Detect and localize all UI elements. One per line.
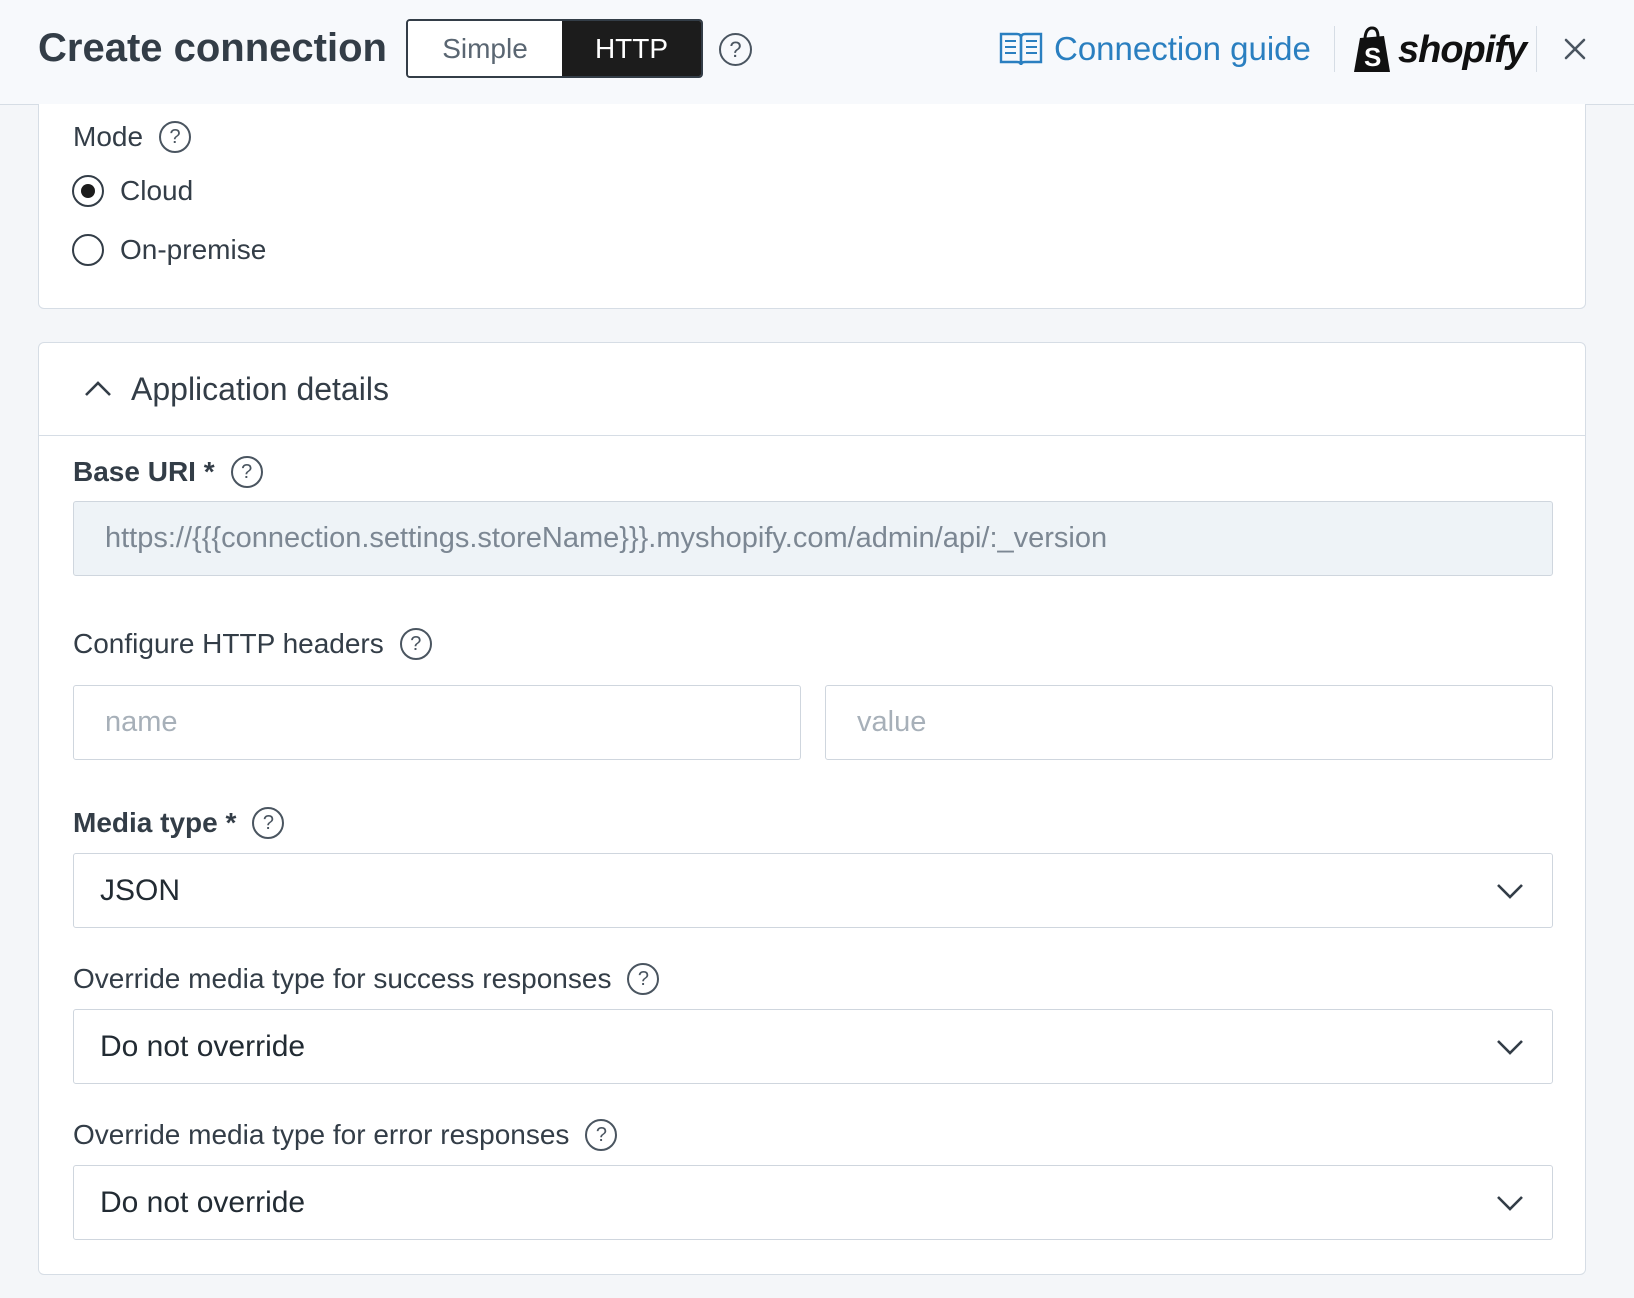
header-value-placeholder: value bbox=[857, 706, 927, 738]
connection-guide-label: Connection guide bbox=[1054, 30, 1311, 67]
chevron-down-icon bbox=[1497, 1196, 1523, 1211]
base-uri-label-text: Base URI * bbox=[73, 456, 215, 487]
mode-toggle: Simple HTTP bbox=[406, 19, 703, 78]
book-icon bbox=[999, 32, 1043, 66]
shopify-logo: S shopify bbox=[1352, 22, 1527, 78]
mode-section: Mode ? Cloud On-premise bbox=[38, 104, 1586, 309]
media-type-label: Media type * ? bbox=[73, 807, 285, 839]
error-override-value: Do not override bbox=[100, 1185, 306, 1219]
media-type-select[interactable]: JSON bbox=[73, 853, 1553, 928]
dialog-title: Create connection bbox=[38, 26, 387, 70]
close-icon[interactable] bbox=[1558, 32, 1592, 66]
dialog-header: Create connection Simple HTTP ? Connecti… bbox=[0, 0, 1634, 105]
chevron-down-icon bbox=[1497, 1040, 1523, 1055]
radio-cloud[interactable]: Cloud bbox=[72, 175, 193, 207]
error-override-label-text: Override media type for error responses bbox=[73, 1119, 570, 1150]
base-uri-input[interactable]: https://{{{connection.settings.storeName… bbox=[73, 501, 1553, 576]
shopify-bag-icon: S bbox=[1354, 26, 1390, 72]
help-icon[interactable]: ? bbox=[627, 963, 660, 995]
mode-label: Mode ? bbox=[73, 121, 192, 153]
header-divider bbox=[1536, 26, 1537, 72]
radio-button[interactable] bbox=[72, 234, 104, 266]
media-type-value: JSON bbox=[100, 873, 181, 907]
radio-on-premise[interactable]: On-premise bbox=[72, 234, 266, 266]
help-icon[interactable]: ? bbox=[252, 807, 285, 839]
connection-guide-link[interactable]: Connection guide bbox=[998, 26, 1311, 72]
http-headers-label: Configure HTTP headers ? bbox=[73, 628, 432, 660]
shopify-wordmark: shopify bbox=[1398, 28, 1527, 71]
success-override-label: Override media type for success response… bbox=[73, 963, 660, 995]
application-details-title: Application details bbox=[131, 370, 389, 407]
chevron-up-icon bbox=[85, 381, 111, 396]
http-headers-label-text: Configure HTTP headers bbox=[73, 628, 384, 659]
header-value-input[interactable]: value bbox=[825, 685, 1553, 760]
toggle-simple-button[interactable]: Simple bbox=[408, 21, 562, 76]
help-icon[interactable]: ? bbox=[719, 33, 752, 66]
success-override-select[interactable]: Do not override bbox=[73, 1009, 1553, 1084]
base-uri-value: https://{{{connection.settings.storeName… bbox=[105, 522, 1108, 554]
success-override-label-text: Override media type for success response… bbox=[73, 963, 612, 994]
success-override-value: Do not override bbox=[100, 1029, 306, 1063]
radio-label: Cloud bbox=[120, 175, 194, 206]
application-details-section: Application details Base URI * ? https:/… bbox=[38, 342, 1586, 1275]
help-icon[interactable]: ? bbox=[159, 121, 192, 153]
help-icon[interactable]: ? bbox=[585, 1119, 618, 1151]
radio-label: On-premise bbox=[120, 234, 267, 265]
mode-label-text: Mode bbox=[73, 121, 144, 152]
help-icon[interactable]: ? bbox=[399, 628, 432, 660]
error-override-label: Override media type for error responses … bbox=[73, 1119, 618, 1151]
toggle-http-button[interactable]: HTTP bbox=[562, 21, 701, 76]
base-uri-label: Base URI * ? bbox=[73, 456, 263, 488]
help-icon[interactable]: ? bbox=[230, 456, 263, 488]
media-type-label-text: Media type * bbox=[73, 807, 237, 838]
error-override-select[interactable]: Do not override bbox=[73, 1165, 1553, 1240]
svg-text:S: S bbox=[1364, 42, 1381, 72]
header-name-placeholder: name bbox=[105, 706, 178, 738]
chevron-down-icon bbox=[1497, 884, 1523, 899]
header-divider bbox=[1334, 26, 1335, 72]
header-name-input[interactable]: name bbox=[73, 685, 801, 760]
application-details-header[interactable]: Application details bbox=[39, 343, 1585, 436]
radio-button[interactable] bbox=[72, 175, 104, 207]
